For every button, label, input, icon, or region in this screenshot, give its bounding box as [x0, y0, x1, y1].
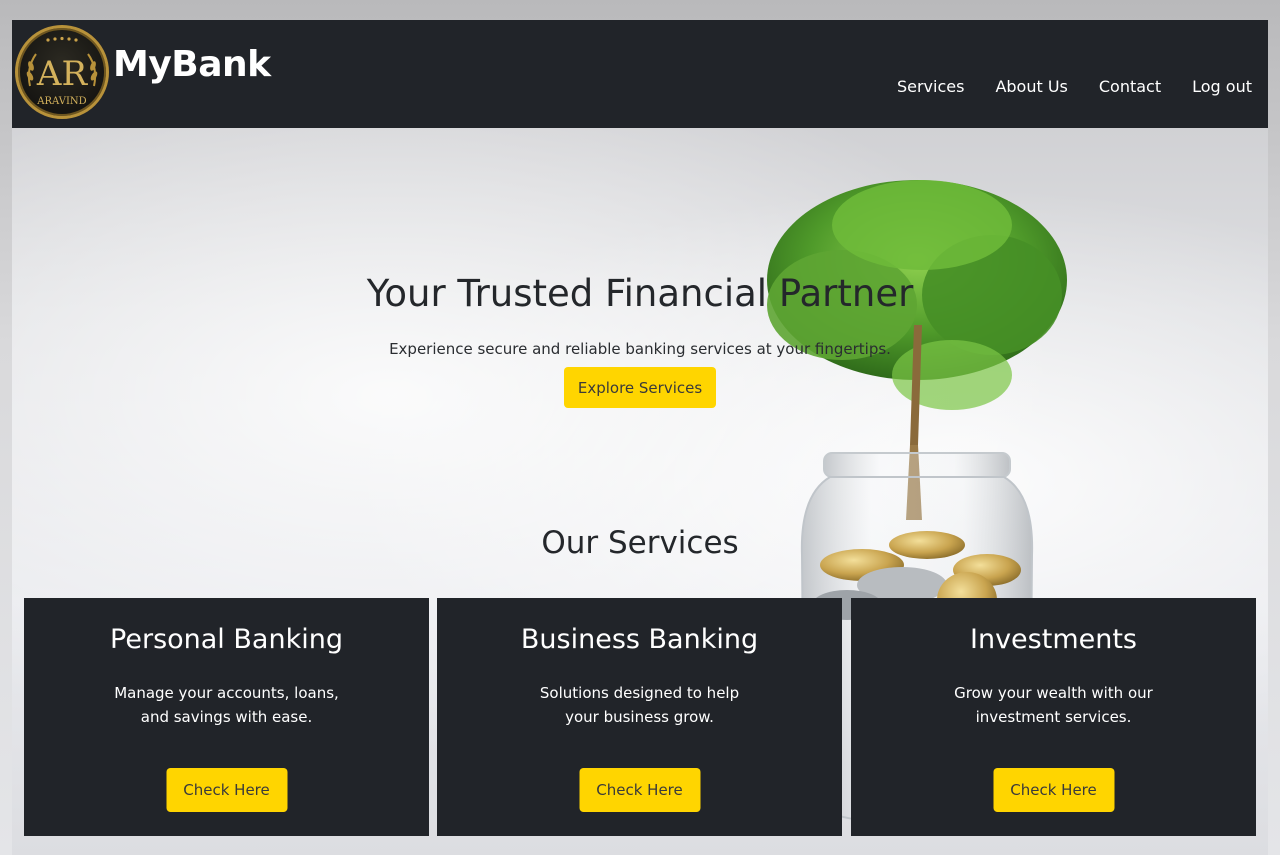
card-description: Solutions designed to help your business…	[539, 684, 740, 726]
business-banking-check-button[interactable]: Check Here	[579, 768, 700, 812]
hero-title: Your Trusted Financial Partner	[366, 272, 914, 315]
card-investments: Investments Grow your wealth with our in…	[851, 598, 1256, 836]
card-title: Business Banking	[520, 624, 759, 655]
personal-banking-check-button[interactable]: Check Here	[166, 768, 287, 812]
navbar: AR ARAVIND MyBank Services About Us Cont…	[12, 20, 1268, 128]
hero-subtitle: Experience secure and reliable banking s…	[389, 340, 891, 358]
nav-about-us[interactable]: About Us	[995, 77, 1067, 96]
nav-contact[interactable]: Contact	[1099, 77, 1161, 96]
nav-services[interactable]: Services	[897, 77, 964, 96]
page: AR ARAVIND MyBank Services About Us Cont…	[12, 20, 1268, 855]
nav-links: Services About Us Contact Log out	[897, 77, 1252, 96]
bank-logo[interactable]: AR ARAVIND	[15, 25, 109, 119]
card-title: Personal Banking	[110, 624, 343, 655]
explore-services-button[interactable]: Explore Services	[564, 367, 716, 408]
card-personal-banking: Personal Banking Manage your accounts, l…	[24, 598, 429, 836]
card-business-banking: Business Banking Solutions designed to h…	[437, 598, 842, 836]
brand-name[interactable]: MyBank	[113, 44, 271, 85]
card-description: Manage your accounts, loans, and savings…	[114, 684, 339, 726]
card-description: Grow your wealth with our investment ser…	[954, 684, 1153, 726]
logo-text: AR	[36, 54, 89, 94]
logo-subtext: ARAVIND	[36, 96, 86, 107]
card-title: Investments	[970, 624, 1137, 655]
services-heading: Our Services	[541, 525, 739, 561]
nav-log-out[interactable]: Log out	[1192, 77, 1252, 96]
investments-check-button[interactable]: Check Here	[993, 768, 1114, 812]
